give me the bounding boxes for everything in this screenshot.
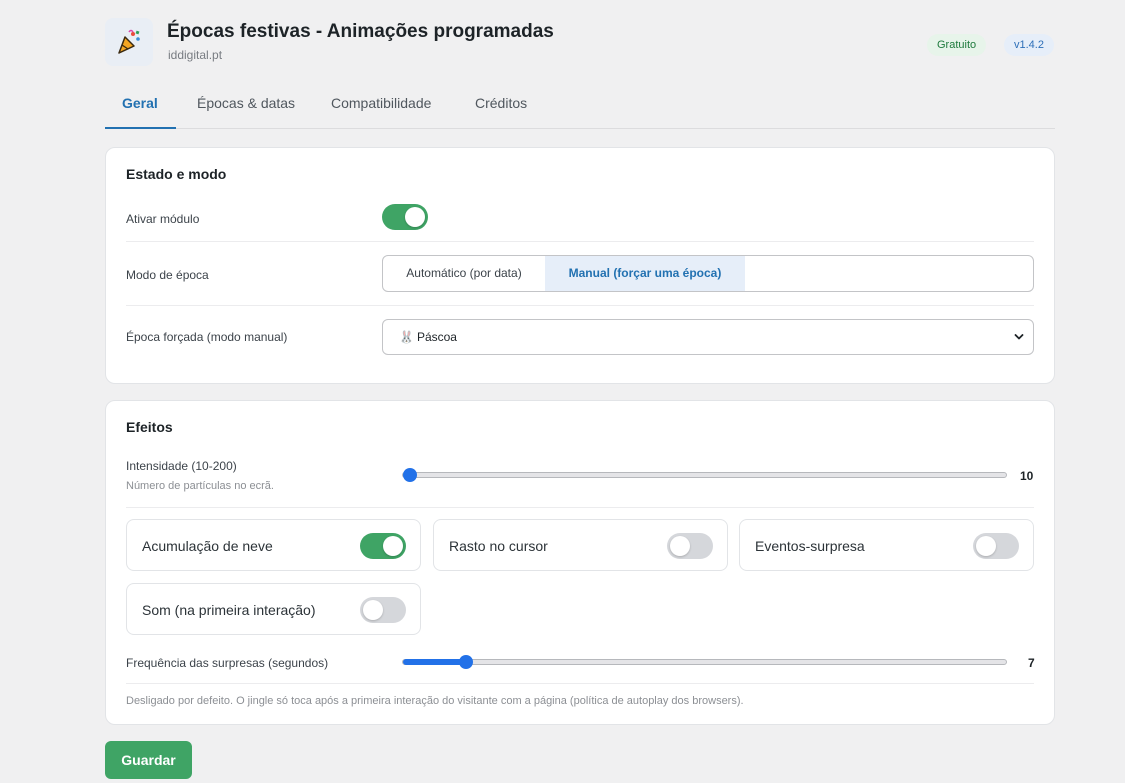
toggle-knob	[405, 207, 425, 227]
epoca-forcada-value: 🐰 Páscoa	[399, 330, 457, 344]
feature-label: Eventos-surpresa	[755, 538, 865, 554]
divider	[126, 305, 1034, 306]
som-nota: Desligado por defeito. O jingle só toca …	[126, 695, 744, 707]
settings-tabs: Geral Épocas & datas Compatibilidade Cré…	[105, 88, 1055, 129]
feature-label: Rasto no cursor	[449, 538, 548, 554]
efeitos-card: Efeitos Intensidade (10-200) Número de p…	[105, 400, 1055, 725]
tab-geral[interactable]: Geral	[122, 95, 158, 111]
feature-acumulacao-neve: Acumulação de neve	[126, 519, 421, 571]
slider-thumb[interactable]	[403, 468, 417, 482]
modo-epoca-label: Modo de época	[126, 268, 209, 282]
estado-modo-card: Estado e modo Ativar módulo Modo de époc…	[105, 147, 1055, 384]
guardar-button[interactable]: Guardar	[105, 741, 192, 779]
acumulacao-neve-toggle[interactable]	[360, 533, 406, 559]
active-tab-indicator	[105, 127, 176, 129]
estado-modo-title: Estado e modo	[126, 166, 227, 182]
ativar-modulo-row: Ativar módulo	[126, 204, 1034, 234]
frequencia-value: 7	[1028, 656, 1035, 670]
efeitos-title: Efeitos	[126, 419, 173, 435]
toggle-knob	[670, 536, 690, 556]
modo-epoca-segmented: Automático (por data) Manual (forçar uma…	[382, 255, 1034, 292]
modo-manual-option[interactable]: Manual (forçar uma época)	[545, 256, 745, 291]
intensidade-row: Intensidade (10-200) Número de partícula…	[126, 457, 1034, 497]
plugin-logo	[105, 18, 153, 66]
epoca-forcada-select[interactable]: 🐰 Páscoa	[382, 319, 1034, 355]
feature-label: Acumulação de neve	[142, 538, 273, 554]
epoca-forcada-label: Época forçada (modo manual)	[126, 330, 288, 344]
page-header: Épocas festivas - Animações programadas …	[105, 18, 1055, 68]
toggle-knob	[976, 536, 996, 556]
toggle-knob	[363, 600, 383, 620]
intensidade-hint: Número de partículas no ecrã.	[126, 480, 274, 492]
intensidade-slider[interactable]	[402, 468, 1007, 482]
intensidade-value: 10	[1020, 469, 1034, 483]
tab-epocas-datas[interactable]: Épocas & datas	[197, 95, 295, 111]
epoca-forcada-text: Páscoa	[416, 330, 457, 344]
feature-label: Som (na primeira interação)	[142, 602, 316, 618]
ativar-modulo-toggle[interactable]	[382, 204, 428, 230]
frequencia-row: Frequência das surpresas (segundos) 7	[126, 651, 1035, 673]
frequencia-label: Frequência das surpresas (segundos)	[126, 656, 329, 670]
version-badge: v1.4.2	[1004, 34, 1054, 56]
page-title: Épocas festivas - Animações programadas	[167, 21, 554, 42]
rasto-cursor-toggle[interactable]	[667, 533, 713, 559]
party-popper-icon	[118, 29, 140, 54]
divider	[126, 241, 1034, 242]
ativar-modulo-label: Ativar módulo	[126, 212, 200, 226]
feature-som: Som (na primeira interação)	[126, 583, 421, 635]
plan-badge: Gratuito	[927, 34, 987, 56]
intensidade-label: Intensidade (10-200)	[126, 459, 237, 473]
chevron-down-icon	[1014, 334, 1024, 340]
frequencia-slider[interactable]	[402, 655, 1007, 669]
rabbit-icon: 🐰	[399, 330, 414, 344]
modo-automatico-option[interactable]: Automático (por data)	[383, 256, 545, 291]
divider	[126, 507, 1034, 508]
slider-thumb[interactable]	[459, 655, 474, 669]
divider	[126, 683, 1034, 684]
toggle-knob	[383, 536, 403, 556]
feature-eventos-surpresa: Eventos-surpresa	[739, 519, 1034, 571]
tab-creditos[interactable]: Créditos	[475, 95, 527, 111]
vendor-subtitle: iddigital.pt	[168, 48, 223, 62]
som-toggle[interactable]	[360, 597, 406, 623]
eventos-surpresa-toggle[interactable]	[973, 533, 1019, 559]
tab-compatibilidade[interactable]: Compatibilidade	[331, 95, 431, 111]
feature-rasto-cursor: Rasto no cursor	[433, 519, 728, 571]
slider-fill	[403, 659, 467, 665]
